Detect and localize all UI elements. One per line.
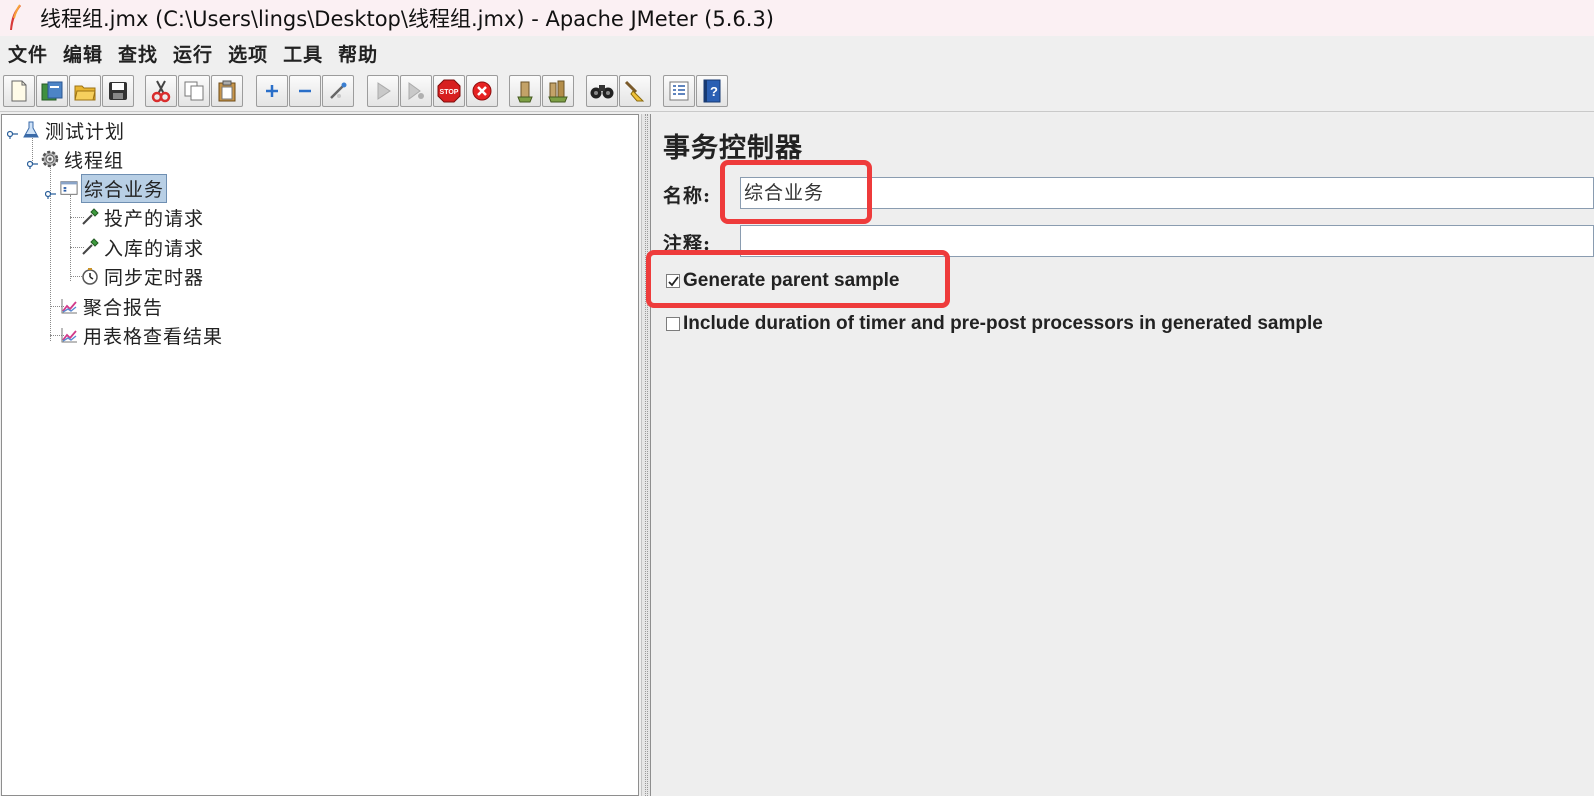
toggle-icon bbox=[330, 82, 347, 99]
tree-item-thread-group[interactable]: 线程组 bbox=[41, 146, 126, 172]
tree-expand-handle[interactable] bbox=[6, 125, 18, 139]
open-button[interactable] bbox=[69, 75, 101, 107]
save-button[interactable] bbox=[102, 75, 134, 107]
shutdown-button[interactable] bbox=[466, 75, 498, 107]
tree-item-transaction-controller[interactable]: 综合业务 bbox=[60, 173, 168, 203]
tree-item-label: 入库的请求 bbox=[104, 237, 205, 260]
menu-help[interactable]: 帮助 bbox=[338, 40, 378, 67]
sampler-pipette-icon bbox=[81, 208, 99, 226]
menu-file[interactable]: 文件 bbox=[8, 40, 48, 67]
include-duration-checkbox[interactable]: Include duration of timer and pre-post p… bbox=[666, 313, 1323, 335]
search-icon bbox=[590, 85, 614, 99]
split-pane-divider[interactable] bbox=[641, 114, 651, 796]
tree-item-label: 综合业务 bbox=[81, 173, 168, 203]
menu-run[interactable]: 运行 bbox=[173, 40, 213, 67]
templates-button[interactable] bbox=[36, 75, 68, 107]
test-plan-tree: 测试计划 线程组 综合业务 投产的请求 入库的请求 同步定时器 聚合报告 用表格… bbox=[1, 114, 639, 796]
clear-icon bbox=[517, 81, 533, 103]
help-icon: ? bbox=[703, 79, 721, 103]
tree-item-label: 同步定时器 bbox=[104, 266, 205, 289]
tree-expand-handle[interactable] bbox=[44, 185, 56, 199]
transaction-controller-icon bbox=[60, 179, 78, 197]
name-label: 名称: bbox=[663, 185, 712, 207]
feather-icon bbox=[0, 0, 30, 36]
tree-item-label: 测试计划 bbox=[45, 120, 126, 143]
cut-icon bbox=[151, 80, 171, 103]
clear-all-button[interactable] bbox=[542, 75, 574, 107]
tree-expand-handle[interactable] bbox=[26, 155, 38, 169]
panel-title: 事务控制器 bbox=[663, 133, 803, 164]
tree-item-label: 投产的请求 bbox=[104, 207, 205, 230]
checkbox-label: Include duration of timer and pre-post p… bbox=[683, 313, 1323, 334]
timer-clock-icon bbox=[81, 267, 99, 285]
tree-connector bbox=[70, 195, 71, 281]
test-plan-flask-icon bbox=[22, 121, 40, 139]
shutdown-icon bbox=[472, 81, 492, 101]
window-title: 线程组.jmx (C:\Users\lings\Desktop\线程组.jmx)… bbox=[40, 7, 775, 31]
listener-chart-icon bbox=[60, 326, 78, 344]
collapse-icon bbox=[299, 89, 311, 93]
tree-item-label: 聚合报告 bbox=[83, 296, 164, 319]
tree-item-label: 线程组 bbox=[64, 149, 125, 172]
checkmark-icon bbox=[668, 276, 679, 287]
svg-text:?: ? bbox=[710, 84, 718, 99]
save-icon bbox=[109, 82, 127, 100]
thread-group-gear-icon bbox=[41, 150, 59, 168]
tree-item-test-plan[interactable]: 测试计划 bbox=[22, 117, 127, 143]
expand-icon bbox=[266, 85, 278, 97]
start-no-pauses-button[interactable] bbox=[400, 75, 432, 107]
menu-search[interactable]: 查找 bbox=[118, 40, 158, 67]
start-no-pause-icon bbox=[408, 82, 424, 100]
generate-parent-sample-checkbox[interactable]: Generate parent sample bbox=[666, 270, 899, 292]
start-icon bbox=[377, 82, 391, 100]
divider-grip bbox=[645, 114, 648, 796]
templates-icon bbox=[41, 81, 63, 101]
menu-options[interactable]: 选项 bbox=[228, 40, 268, 67]
comment-field[interactable] bbox=[740, 225, 1594, 257]
tree-item-label: 用表格查看结果 bbox=[83, 325, 224, 348]
collapse-all-button[interactable] bbox=[289, 75, 321, 107]
search-button[interactable] bbox=[586, 75, 618, 107]
menu-tools[interactable]: 工具 bbox=[283, 40, 323, 67]
paste-icon bbox=[218, 80, 236, 102]
transaction-controller-panel: 事务控制器 名称: 综合业务 注释: Generate parent sampl… bbox=[652, 114, 1594, 796]
clear-all-icon bbox=[548, 80, 568, 103]
new-button[interactable] bbox=[3, 75, 35, 107]
clear-button[interactable] bbox=[509, 75, 541, 107]
stop-icon-label: STOP bbox=[440, 89, 459, 96]
comment-label: 注释: bbox=[663, 233, 712, 255]
menu-bar: 文件 编辑 查找 运行 选项 工具 帮助 bbox=[0, 36, 1594, 70]
listener-chart-icon bbox=[60, 297, 78, 315]
checkbox-label: Generate parent sample bbox=[683, 270, 900, 291]
menu-edit[interactable]: 编辑 bbox=[63, 40, 103, 67]
tree-item-sampler[interactable]: 投产的请求 bbox=[81, 204, 206, 230]
checkbox-box[interactable] bbox=[666, 317, 680, 331]
open-icon bbox=[74, 85, 96, 101]
copy-icon bbox=[184, 81, 204, 101]
function-helper-icon bbox=[669, 81, 689, 101]
function-helper-button[interactable] bbox=[663, 75, 695, 107]
checkbox-box[interactable] bbox=[666, 274, 680, 288]
stop-button[interactable]: STOP bbox=[433, 75, 465, 107]
sampler-pipette-icon bbox=[81, 238, 99, 256]
tree-item-listener[interactable]: 聚合报告 bbox=[60, 293, 165, 319]
help-button[interactable]: ? bbox=[696, 75, 728, 107]
toolbar: STOP ? bbox=[0, 72, 1594, 112]
cut-button[interactable] bbox=[145, 75, 177, 107]
reset-search-button[interactable] bbox=[619, 75, 651, 107]
name-field[interactable]: 综合业务 bbox=[740, 177, 1594, 209]
new-icon bbox=[11, 80, 27, 102]
tree-item-timer[interactable]: 同步定时器 bbox=[81, 263, 206, 289]
copy-button[interactable] bbox=[178, 75, 210, 107]
toggle-button[interactable] bbox=[322, 75, 354, 107]
title-bar: 线程组.jmx (C:\Users\lings\Desktop\线程组.jmx)… bbox=[0, 0, 1594, 36]
stop-icon: STOP bbox=[437, 79, 461, 103]
start-button[interactable] bbox=[367, 75, 399, 107]
tree-item-sampler[interactable]: 入库的请求 bbox=[81, 234, 206, 260]
expand-all-button[interactable] bbox=[256, 75, 288, 107]
paste-button[interactable] bbox=[211, 75, 243, 107]
tree-item-listener[interactable]: 用表格查看结果 bbox=[60, 322, 225, 348]
reset-search-icon bbox=[624, 80, 645, 102]
